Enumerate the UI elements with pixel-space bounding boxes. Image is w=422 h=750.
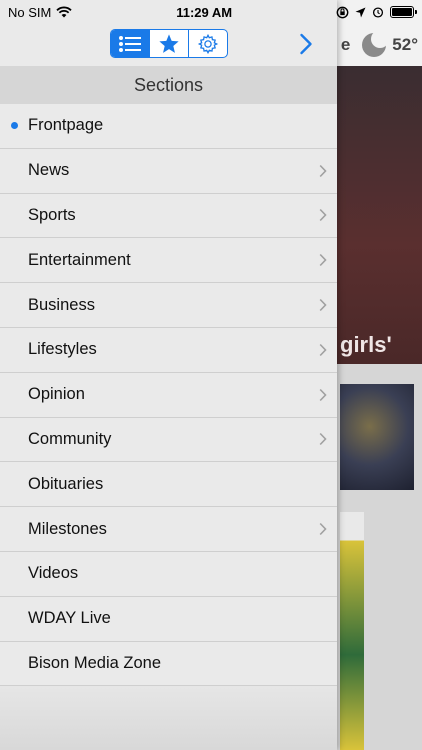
section-item-label: Obituaries	[28, 474, 104, 493]
hero-headline: girls'	[340, 332, 392, 357]
section-item[interactable]: WDAY Live	[0, 597, 337, 642]
section-item-label: Business	[28, 295, 95, 314]
carrier-label: No SIM	[8, 4, 52, 20]
status-bar: No SIM 11:29 AM	[0, 0, 422, 24]
chevron-right-icon	[319, 343, 327, 356]
selected-indicator-icon	[11, 122, 18, 130]
section-item-label: News	[28, 161, 70, 180]
settings-tab[interactable]	[189, 30, 227, 57]
section-item[interactable]: Milestones	[0, 507, 337, 552]
star-icon	[159, 33, 179, 53]
alarm-icon	[372, 7, 384, 18]
drawer-bottom-area	[0, 686, 337, 750]
section-item-label: Frontpage	[28, 116, 104, 135]
sections-drawer: Sections Frontpage News Sports Entertainmen…	[0, 0, 337, 750]
section-item-label: Entertainment	[28, 250, 131, 269]
section-item-label: Videos	[28, 564, 79, 583]
list-icon	[119, 35, 141, 52]
hero-image-visible-part	[336, 66, 422, 364]
section-item-label: Sports	[28, 205, 76, 224]
chevron-right-icon	[300, 33, 312, 55]
battery-icon	[389, 6, 417, 18]
section-item-label: Opinion	[28, 385, 85, 404]
section-item[interactable]: Frontpage	[0, 104, 337, 149]
section-item-label: Lifestyles	[28, 340, 97, 359]
clock: 11:29 AM	[176, 4, 233, 20]
section-item[interactable]: Videos	[0, 552, 337, 597]
section-item-label: WDAY Live	[28, 609, 111, 628]
favorites-tab[interactable]	[150, 30, 189, 57]
rotation-lock-icon	[336, 6, 349, 18]
wifi-icon	[56, 6, 72, 18]
chevron-right-icon	[319, 209, 327, 222]
section-item[interactable]: Lifestyles	[0, 328, 337, 373]
section-item[interactable]: Obituaries	[0, 462, 337, 508]
story-thumbnail[interactable]	[340, 384, 414, 490]
sections-title: Sections	[0, 66, 337, 104]
view-segmented-control	[110, 29, 228, 58]
chevron-right-icon	[319, 299, 327, 312]
close-drawer-button[interactable]	[293, 28, 319, 60]
sections-list-tab[interactable]	[111, 30, 150, 57]
chevron-right-icon	[319, 433, 327, 446]
section-item[interactable]: Business	[0, 283, 337, 328]
section-item[interactable]: Community	[0, 418, 337, 463]
story-thumbnail[interactable]	[340, 512, 364, 750]
sections-list: Frontpage News Sports Entertainment Business…	[0, 104, 337, 687]
section-item-label: Bison Media Zone	[28, 653, 161, 672]
gear-icon	[197, 33, 219, 54]
chevron-right-icon	[319, 523, 327, 536]
section-item[interactable]: Bison Media Zone	[0, 642, 337, 687]
section-item-label: Community	[28, 429, 112, 448]
chevron-right-icon	[319, 164, 327, 177]
section-item[interactable]: Opinion	[0, 373, 337, 418]
section-item[interactable]: News	[0, 149, 337, 194]
drawer-toolbar	[0, 24, 422, 66]
chevron-right-icon	[319, 254, 327, 267]
section-item-label: Milestones	[28, 519, 107, 538]
section-item[interactable]: Sports	[0, 194, 337, 239]
section-item[interactable]: Entertainment	[0, 238, 337, 284]
chevron-right-icon	[319, 388, 327, 401]
location-icon	[355, 7, 366, 17]
